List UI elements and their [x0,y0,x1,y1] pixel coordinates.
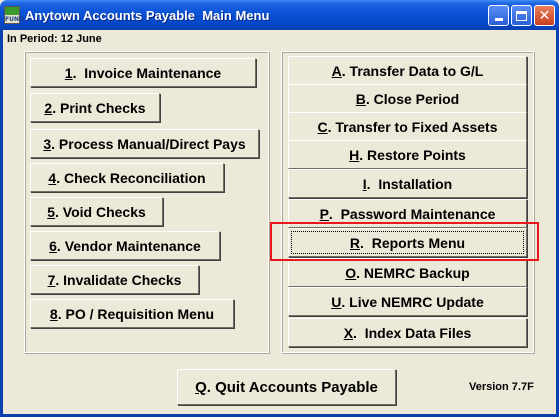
menu-button-restore-points[interactable]: H. Restore Points [288,140,527,169]
maximize-icon [516,10,527,21]
app-icon: FUND [4,6,24,24]
menu-button-live-nemrc-update[interactable]: U. Live NEMRC Update [288,287,527,316]
period-label: In Period: 12 June [7,33,102,45]
minimize-icon [494,18,503,21]
window-title: Anytown Accounts Payable Main Menu [25,8,270,23]
menu-button-invoice-maintenance[interactable]: 1. Invoice Maintenance [30,58,256,87]
quit-button[interactable]: Q. Quit Accounts Payable [177,369,396,405]
version-label: Version 7.7F [469,381,534,393]
menu-button-print-checks[interactable]: 2. Print Checks [30,93,160,122]
title-bar[interactable]: FUND Anytown Accounts Payable Main Menu … [0,0,559,30]
menu-button-vendor-maintenance[interactable]: 6. Vendor Maintenance [30,231,220,260]
app-icon-label: FUND [5,16,24,23]
menu-button-invalidate-checks[interactable]: 7. Invalidate Checks [30,265,199,294]
menu-button-process-manual-direct-pays[interactable]: 3. Process Manual/Direct Pays [30,129,259,158]
menu-button-po-requisition-menu[interactable]: 8. PO / Requisition Menu [30,299,234,328]
menu-button-nemrc-backup[interactable]: O. NEMRC Backup [288,258,527,287]
menu-button-void-checks[interactable]: 5. Void Checks [30,197,163,226]
menu-button-close-period[interactable]: B. Close Period [288,84,527,113]
menu-button-transfer-to-fixed-assets[interactable]: C. Transfer to Fixed Assets [288,112,527,141]
menu-button-installation[interactable]: I. Installation [288,169,527,198]
close-button[interactable]: ✕ [534,5,555,26]
menu-button-transfer-data-to-gl[interactable]: A. Transfer Data to G/L [288,56,527,85]
maximize-button[interactable] [511,5,532,26]
minimize-button[interactable] [488,5,509,26]
menu-button-index-data-files[interactable]: X. Index Data Files [288,318,527,347]
highlight-box [270,222,539,261]
close-icon: ✕ [538,7,551,24]
menu-button-check-reconciliation[interactable]: 4. Check Reconciliation [30,163,224,192]
